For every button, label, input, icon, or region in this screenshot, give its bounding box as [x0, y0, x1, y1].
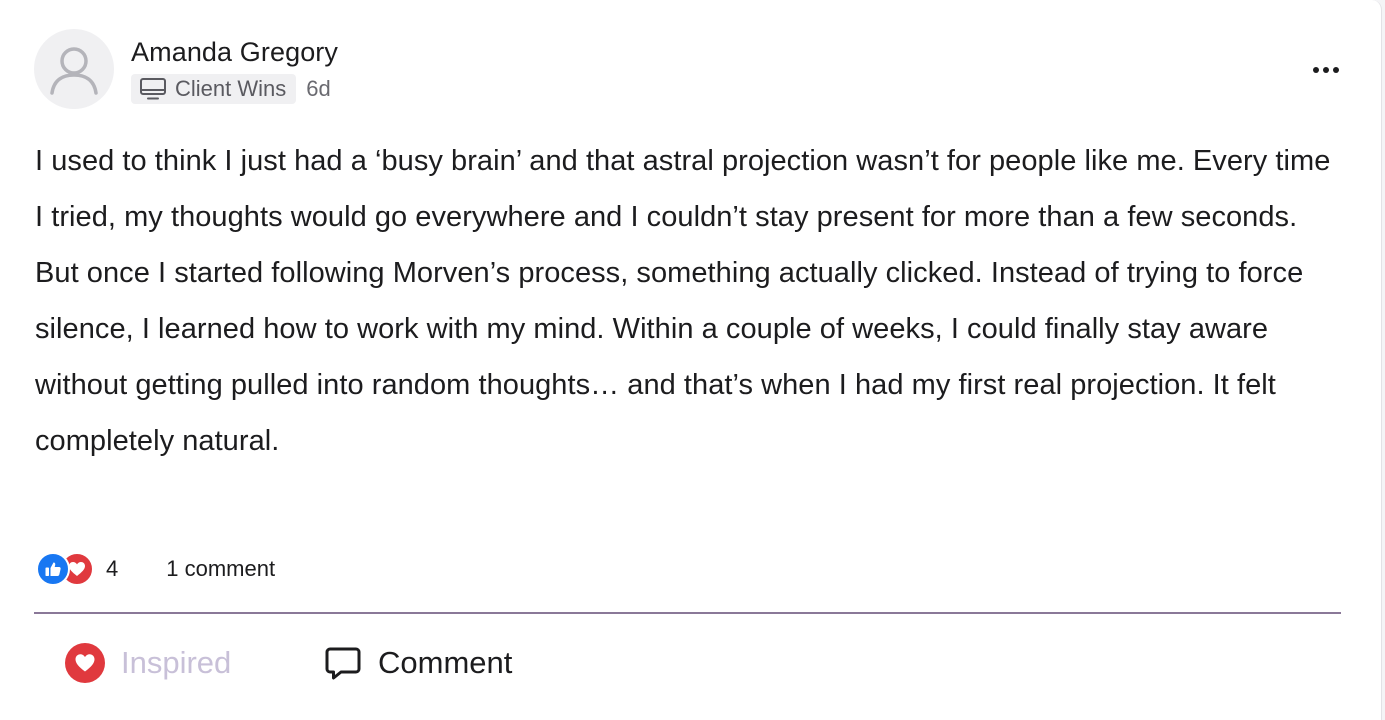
thumbs-up-icon	[36, 552, 70, 586]
category-label: Client Wins	[175, 76, 287, 101]
more-options-icon	[1313, 67, 1319, 73]
more-options-button[interactable]	[1306, 58, 1346, 82]
reaction-icons	[36, 552, 96, 586]
divider	[34, 612, 1341, 614]
author-name[interactable]: Amanda Gregory	[131, 37, 338, 68]
monitor-icon	[140, 78, 166, 100]
category-chip[interactable]: Client Wins	[131, 74, 297, 104]
inspired-label: Inspired	[121, 645, 232, 680]
post-meta: Client Wins 6d	[131, 74, 331, 104]
post-body: I used to think I just had a ‘busy brain…	[35, 145, 1331, 457]
comment-button[interactable]: Comment	[324, 640, 512, 686]
comment-label: Comment	[378, 645, 513, 680]
comment-count-link[interactable]: 1 comment	[166, 556, 275, 582]
inspired-button[interactable]: Inspired	[65, 640, 231, 686]
reactions-summary[interactable]: 4 1 comment	[36, 551, 275, 587]
reaction-count: 4	[106, 556, 119, 581]
post-card: Amanda Gregory Client Wins 6d I used to …	[0, 0, 1382, 720]
heart-icon	[65, 643, 105, 683]
user-placeholder-icon	[50, 47, 98, 95]
speech-bubble-icon	[325, 647, 361, 680]
avatar[interactable]	[34, 29, 114, 109]
post-time: 6d	[306, 76, 331, 101]
